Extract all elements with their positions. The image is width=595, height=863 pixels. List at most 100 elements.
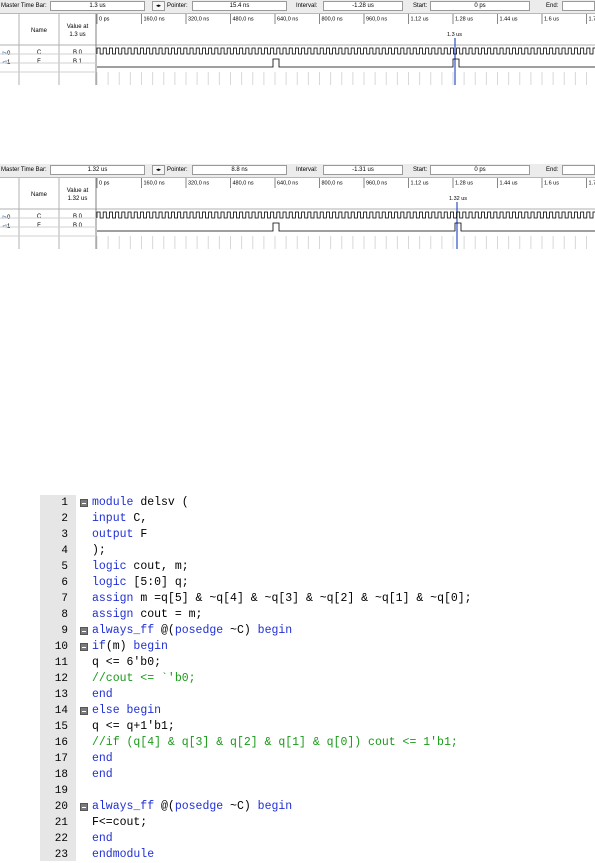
code-line[interactable]: 18 end [40,767,555,783]
code-text: end [92,832,113,845]
time-tick-label: 0 ps [99,181,110,187]
time-tick-label: 320,0 ns [188,17,209,23]
code-text: F<=cout; [92,816,147,829]
line-number: 9 [40,625,68,637]
code-line[interactable]: 4); [40,543,555,559]
code-line[interactable]: 17 end [40,751,555,767]
line-number: 13 [40,689,68,701]
collapse-icon[interactable] [80,803,88,811]
code-text: end [92,752,113,765]
waveform-panel-2: Master Time Bar: 1.32 us ◂▸ Pointer: 8.8… [0,164,595,249]
time-tick-label: 480,0 ns [233,17,254,23]
code-text: logic [5:0] q; [92,576,189,589]
time-tick-label: 1.28 us [455,17,473,23]
cursor-time-label: 1.32 us [449,196,467,202]
waveform-canvas[interactable]: 0 ps 160,0 ns 320,0 ns 480,0 ns 640,0 ns 800,… [0,0,595,85]
line-number: 3 [40,529,68,541]
waveform-f [97,59,595,67]
code-line[interactable]: 19 [40,783,555,799]
code-line[interactable]: 16 //if (q[4] & q[3] & q[2] & q[1] & q[0]… [40,735,555,751]
time-tick-label: 960,0 ns [366,181,387,187]
line-number: 7 [40,593,68,605]
time-tick-label: 480,0 ns [233,181,254,187]
code-line[interactable]: 11 q <= 6'b0; [40,655,555,671]
code-line[interactable]: 3 output F [40,527,555,543]
collapse-icon[interactable] [80,643,88,651]
time-tick-label: 1.12 us [411,181,429,187]
code-text: else begin [92,704,161,717]
code-text: output F [92,528,147,541]
code-line[interactable]: 20 always_ff @(posedge ~C) begin [40,799,555,815]
code-text: end [92,688,113,701]
code-text: endmodule [92,848,154,861]
line-number: 11 [40,657,68,669]
code-line[interactable]: 6 logic [5:0] q; [40,575,555,591]
waveform-canvas[interactable]: 0 ps160,0 ns320,0 ns480,0 ns640,0 ns800,… [0,164,595,249]
line-number: 19 [40,785,68,797]
code-text: assign cout = m; [92,608,202,621]
time-tick-label: 160,0 ns [144,17,165,23]
time-tick-label: 1.44 us [500,17,518,23]
code-text: //cout <= `'b0; [92,672,196,685]
time-tick-label: 800,0 ns [322,17,343,23]
code-line[interactable]: 2 input C, [40,511,555,527]
time-tick-label: 1.44 us [500,181,518,187]
code-text: end [92,768,113,781]
cursor-time-label: 1.3 us [447,32,462,38]
time-tick-label: 1.6 us [544,181,559,187]
time-tick-label: 1.76 us [589,181,595,187]
time-tick-label: 0 ps [99,17,110,23]
time-tick-label: 640,0 ns [277,181,298,187]
code-line[interactable]: 1 module delsv ( [40,495,555,511]
code-text: input C, [92,512,147,525]
line-number: 14 [40,705,68,717]
line-number: 1 [40,497,68,509]
collapse-icon[interactable] [80,707,88,715]
line-number: 12 [40,673,68,685]
line-number: 22 [40,833,68,845]
code-text: if(m) begin [92,640,168,653]
line-number: 17 [40,753,68,765]
code-line[interactable]: 5logic cout, m; [40,559,555,575]
code-line[interactable]: 15 q <= q+1'b1; [40,719,555,735]
time-tick-label: 1.6 us [544,17,559,23]
code-text: module delsv ( [92,496,189,509]
line-number: 18 [40,769,68,781]
line-number: 16 [40,737,68,749]
code-line[interactable]: 13 end [40,687,555,703]
line-number: 6 [40,577,68,589]
line-number: 2 [40,513,68,525]
code-line[interactable]: 8assign cout = m; [40,607,555,623]
code-text: always_ff @(posedge ~C) begin [92,800,292,813]
line-number: 21 [40,817,68,829]
code-line[interactable]: 9 always_ff @(posedge ~C) begin [40,623,555,639]
time-tick-label: 1.12 us [411,17,429,23]
line-number: 4 [40,545,68,557]
line-number: 23 [40,849,68,861]
code-line[interactable]: 10 if(m) begin [40,639,555,655]
waveform-f [97,223,595,231]
time-tick-label: 800,0 ns [322,181,343,187]
code-editor[interactable]: 1 module delsv ( 2 input C, 3 output F 4);5log… [40,495,555,861]
code-text: logic cout, m; [92,560,189,573]
collapse-icon[interactable] [80,499,88,507]
code-line[interactable]: 21 F<=cout; [40,815,555,831]
collapse-icon[interactable] [80,627,88,635]
line-number: 10 [40,641,68,653]
code-line[interactable]: 7 assign m =q[5] & ~q[4] & ~q[3] & ~q[2] … [40,591,555,607]
code-line[interactable]: 14 else begin [40,703,555,719]
time-tick-label: 960,0 ns [366,17,387,23]
code-line[interactable]: 12 //cout <= `'b0; [40,671,555,687]
line-number: 20 [40,801,68,813]
time-tick-label: 1.76 us [589,17,595,23]
code-text: assign m =q[5] & ~q[4] & ~q[3] & ~q[2] &… [92,592,472,605]
line-number: 15 [40,721,68,733]
time-tick-label: 640,0 ns [277,17,298,23]
code-text: q <= q+1'b1; [92,720,175,733]
time-tick-label: 160,0 ns [144,181,165,187]
time-tick-label: 1.28 us [455,181,473,187]
code-text: always_ff @(posedge ~C) begin [92,624,292,637]
code-text: //if (q[4] & q[3] & q[2] & q[1] & q[0]) … [92,736,458,749]
code-text: q <= 6'b0; [92,656,161,669]
code-line[interactable]: 22 end [40,831,555,847]
